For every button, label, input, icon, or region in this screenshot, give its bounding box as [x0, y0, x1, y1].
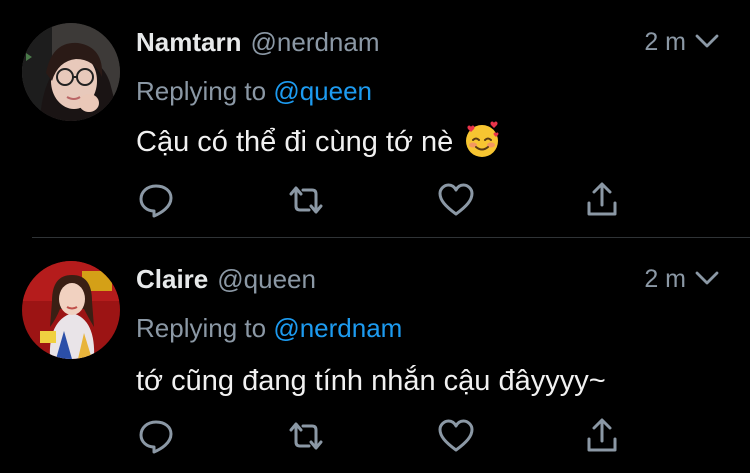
- tweet[interactable]: Namtarn @nerdnam 2 m Replying to @queen …: [0, 0, 750, 237]
- mention-link[interactable]: @queen: [273, 76, 372, 106]
- user-handle[interactable]: @queen: [217, 264, 316, 295]
- like-icon: [437, 418, 475, 454]
- retweet-button[interactable]: [286, 416, 326, 456]
- tweet-text-content: tớ cũng đang tính nhắn cậu đâyyyy~: [136, 365, 606, 397]
- replying-to-label: Replying to: [136, 313, 267, 343]
- replying-to-line: Replying to @nerdnam: [136, 313, 402, 344]
- reply-button[interactable]: [136, 416, 176, 456]
- reply-button[interactable]: [136, 180, 176, 220]
- avatar[interactable]: [22, 23, 120, 121]
- replying-to-line: Replying to @queen: [136, 76, 372, 107]
- like-icon: [437, 182, 475, 218]
- timestamp[interactable]: 2 m: [644, 265, 686, 294]
- replying-to-label: Replying to: [136, 76, 267, 106]
- share-button[interactable]: [582, 416, 622, 456]
- tweet-header: Claire @queen 2 m: [136, 261, 720, 297]
- tweet-header: Namtarn @nerdnam 2 m: [136, 24, 720, 60]
- reply-icon: [137, 181, 175, 219]
- tweet-actions: [136, 416, 636, 456]
- retweet-button[interactable]: [286, 180, 326, 220]
- like-button[interactable]: [436, 180, 476, 220]
- tweet-text-content: Cậu có thể đi cùng tớ nè: [136, 126, 454, 158]
- chevron-down-icon[interactable]: [694, 30, 720, 52]
- share-icon: [584, 181, 620, 219]
- tweet-actions: [136, 180, 636, 220]
- share-button[interactable]: [582, 180, 622, 220]
- display-name[interactable]: Namtarn: [136, 27, 241, 58]
- avatar[interactable]: [22, 261, 120, 359]
- retweet-icon: [286, 418, 326, 454]
- user-handle[interactable]: @nerdnam: [250, 27, 379, 58]
- like-button[interactable]: [436, 416, 476, 456]
- share-icon: [584, 417, 620, 455]
- smiling-face-with-hearts-icon: [463, 121, 501, 159]
- reply-icon: [137, 417, 175, 455]
- tweet-text: Cậu có thể đi cùng tớ nè: [136, 121, 501, 159]
- retweet-icon: [286, 182, 326, 218]
- tweet-text: tớ cũng đang tính nhắn cậu đâyyyy~: [136, 365, 606, 398]
- tweet[interactable]: Claire @queen 2 m Replying to @nerdnam t…: [0, 238, 750, 473]
- chevron-down-icon[interactable]: [694, 267, 720, 289]
- display-name[interactable]: Claire: [136, 264, 208, 295]
- timestamp[interactable]: 2 m: [644, 28, 686, 57]
- mention-link[interactable]: @nerdnam: [273, 313, 402, 343]
